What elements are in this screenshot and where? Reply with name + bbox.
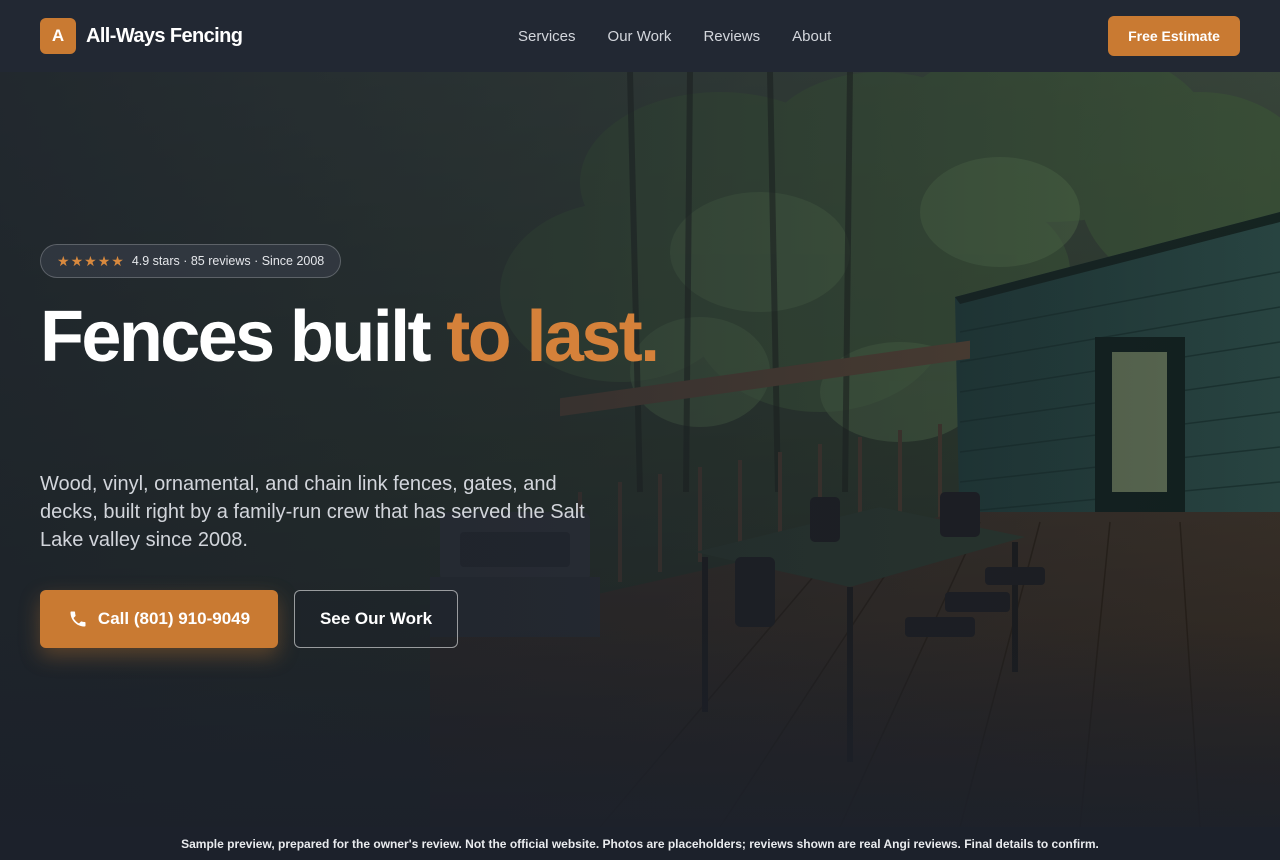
rating-badge: ★ ★ ★ ★ ★ 4.9 stars · 85 reviews · Since… [40, 244, 342, 278]
hero-subcopy: Wood, vinyl, ornamental, and chain link … [40, 473, 585, 551]
phone-icon [70, 611, 86, 627]
star-icon: ★ [97, 253, 111, 269]
nav-link-services[interactable]: Services [518, 28, 576, 45]
call-button[interactable]: Call (801) 910-9049 [40, 590, 278, 648]
brand-mark: A [40, 18, 76, 54]
site-header: A All-Ways Fencing Services Our Work Rev… [0, 0, 1280, 72]
star-icon: ★ [84, 253, 97, 269]
brand-name: All-Ways Fencing [86, 24, 243, 47]
rating-stars: ★ ★ ★ ★ ★ [57, 254, 124, 268]
rating-text: 4.9 stars · 85 reviews · Since 2008 [131, 254, 325, 268]
nav-link-reviews[interactable]: Reviews [703, 28, 760, 45]
main-nav: Services Our Work Reviews About [518, 0, 831, 72]
brand-logo[interactable]: A All-Ways Fencing [40, 18, 243, 54]
hero-headline: Fences built to last. [40, 300, 660, 374]
headline-accent: to last. [446, 297, 660, 377]
see-our-work-button[interactable]: See Our Work [294, 590, 458, 648]
free-estimate-button[interactable]: Free Estimate [1108, 16, 1240, 56]
star-icon: ★ [57, 253, 70, 269]
preview-disclaimer: Sample preview, prepared for the owner's… [0, 827, 1280, 860]
star-icon: ★ [111, 253, 124, 269]
call-button-label: Call (801) 910-9049 [97, 609, 251, 628]
hero-section: ★ ★ ★ ★ ★ 4.9 stars · 85 reviews · Since… [0, 72, 1280, 827]
nav-link-our-work[interactable]: Our Work [608, 28, 672, 45]
nav-link-about[interactable]: About [792, 28, 831, 45]
star-icon: ★ [70, 253, 84, 269]
headline-main: Fences built [40, 297, 447, 377]
hero-overlay-bottom [0, 627, 1280, 827]
